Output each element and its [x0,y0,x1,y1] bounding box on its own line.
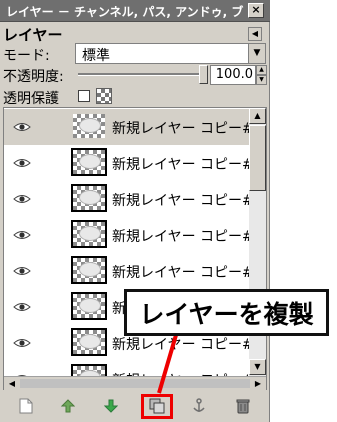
lower-layer-button[interactable] [100,395,122,417]
layer-name[interactable]: 新規レイヤー コピー#2 [112,190,263,210]
opacity-slider-track[interactable] [78,73,202,76]
layer-thumbnail[interactable] [71,292,107,320]
eye-visibility-icon[interactable] [13,302,31,312]
close-button[interactable]: × [248,3,264,18]
layer-thumbnail[interactable] [71,112,107,140]
layers-dialog: レイヤー － チャンネル, パス, アンドゥ, ブラシ, ... × レイヤー … [0,0,270,422]
mode-label: モード: [3,48,50,64]
transparency-checker-icon [96,88,112,104]
tab-menu-button[interactable]: ◀ [248,27,262,41]
layer-list[interactable]: 新規レイヤー コピー#2 新規レイヤー コピー#2 新規レイヤー コピー#2 新規レイ… [3,107,267,390]
new-layer-button[interactable] [15,395,37,417]
opacity-label: 不透明度: [3,69,64,85]
callout-label: レイヤーを複製 [124,289,329,336]
window-title: レイヤー － チャンネル, パス, アンドゥ, ブラシ, ... [6,5,244,19]
mode-select[interactable]: 標準 ▼ [75,43,266,64]
layer-name[interactable]: 新規レイヤー コピー#2 [112,154,263,174]
scroll-up-icon[interactable]: ▲ [249,108,266,124]
scroll-right-icon[interactable]: ▶ [250,377,266,390]
opacity-input[interactable]: 100.0 [210,65,256,85]
opacity-slider-thumb[interactable] [199,65,208,84]
mode-value: 標準 [82,48,110,64]
raise-layer-icon [61,399,75,413]
layer-name[interactable]: 新規レイヤー コピー#2 [112,262,263,282]
lower-layer-icon [104,399,118,413]
layer-name[interactable]: 新規レイヤー コピー#2 [112,118,263,138]
eye-visibility-icon[interactable] [13,266,31,276]
vertical-scroll-thumb[interactable] [249,125,266,191]
eye-visibility-icon[interactable] [13,338,31,348]
layer-row[interactable]: 新規レイヤー コピー#2 [4,181,263,217]
stepper-down-icon[interactable]: ▼ [256,75,267,85]
scroll-down-icon[interactable]: ▼ [249,359,266,375]
layer-row[interactable]: 新規レイヤー コピー#2 [4,109,263,145]
eye-visibility-icon[interactable] [13,122,31,132]
title-bar[interactable]: レイヤー － チャンネル, パス, アンドゥ, ブラシ, ... × [0,0,270,22]
eye-visibility-icon[interactable] [13,158,31,168]
layer-thumbnail[interactable] [71,148,107,176]
stepper-up-icon[interactable]: ▲ [256,65,267,75]
layer-name[interactable]: 新規レイヤー コピー#2 [112,226,263,246]
delete-layer-button[interactable] [232,395,254,417]
eye-visibility-icon[interactable] [13,230,31,240]
chevron-down-icon[interactable]: ▼ [248,44,265,63]
layer-thumbnail[interactable] [71,220,107,248]
anchor-layer-button[interactable] [188,395,210,417]
trash-icon [236,399,250,414]
anchor-icon [193,398,205,412]
layer-thumbnail[interactable] [71,184,107,212]
lock-alpha-checkbox[interactable] [78,90,90,102]
layer-name[interactable]: 新規レイヤー コピー#2 [112,334,263,354]
raise-layer-button[interactable] [57,395,79,417]
horizontal-scroll-thumb[interactable] [20,379,250,388]
dock-title: レイヤー [3,26,63,44]
opacity-stepper[interactable]: ▲ ▼ [256,65,267,85]
scroll-left-icon[interactable]: ◀ [4,377,20,390]
layer-list-horizontal-scrollbar[interactable]: ◀ ▶ [4,376,266,390]
layer-thumbnail[interactable] [71,328,107,356]
new-layer-icon [19,398,33,414]
duplicate-button-highlight [141,394,173,419]
layer-row[interactable]: 新規レイヤー コピー#2 [4,253,263,289]
eye-visibility-icon[interactable] [13,194,31,204]
layer-thumbnail[interactable] [71,256,107,284]
lock-alpha-label: 透明保護 [3,91,59,107]
layer-row[interactable]: 新規レイヤー コピー#2 [4,217,263,253]
layer-row[interactable]: 新規レイヤー コピー#2 [4,145,263,181]
